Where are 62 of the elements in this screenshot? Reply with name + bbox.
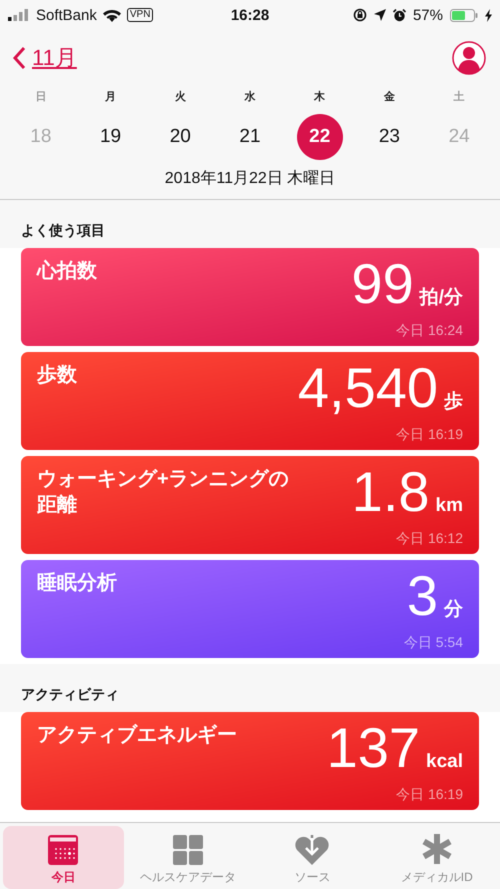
weekday-label: 土 (452, 90, 466, 105)
calendar-day[interactable]: 20 (157, 114, 204, 160)
metric-timestamp: 今日 16:19 (396, 426, 463, 444)
section-title: よく使う項目 (21, 222, 105, 238)
metric-timestamp: 今日 5:54 (404, 634, 463, 652)
metric-timestamp: 今日 16:24 (396, 322, 463, 340)
rotation-lock-icon (352, 8, 367, 22)
section-title: アクティビティ (21, 686, 119, 702)
clock-time: 16:28 (230, 6, 270, 24)
tab-bar-item[interactable]: メディカルID (376, 826, 497, 889)
metric-value: 1.8 (352, 464, 430, 520)
calendar-icon (48, 835, 78, 865)
metric-timestamp: 今日 16:19 (396, 786, 463, 804)
tab-bar-item[interactable]: ヘルスケアデータ (128, 826, 248, 889)
metric-timestamp: 今日 16:12 (396, 530, 463, 548)
weekday-label: 日 (34, 90, 48, 105)
carrier-name: SoftBank (36, 6, 97, 24)
metric-title: 睡眠分析 (37, 571, 117, 596)
battery-icon (450, 8, 478, 22)
battery-percent: 57% (412, 6, 443, 24)
metric-unit: kcal (426, 751, 463, 773)
metric-card[interactable]: 心拍数 99 拍/分 今日 16:24 (21, 248, 479, 346)
metric-title: 心拍数 (37, 258, 97, 284)
tab-bar-item[interactable]: 今日 (3, 826, 124, 889)
calendar-day[interactable]: 22 (296, 114, 343, 160)
metric-value: 99 (351, 256, 414, 312)
grid-icon (172, 835, 203, 865)
alarm-icon (392, 8, 406, 22)
metric-unit: 分 (444, 598, 463, 622)
metric-value: 137 (326, 720, 420, 776)
metric-card[interactable]: 睡眠分析 3 分 今日 5:54 (21, 560, 479, 658)
metric-value: 3 (406, 568, 438, 624)
metric-title: アクティブエネルギー (37, 722, 237, 748)
weekday-label: 火 (174, 90, 187, 105)
metric-card[interactable]: 歩数 4,540 歩 今日 16:19 (21, 352, 479, 450)
location-arrow-icon (374, 9, 386, 21)
heart-arrow-icon (295, 835, 330, 865)
metric-unit: 拍/分 (420, 286, 463, 310)
asterisk-icon (420, 833, 453, 865)
weekday-label: 木 (312, 90, 326, 105)
vpn-badge: VPN (126, 8, 154, 22)
metric-unit: 歩 (444, 390, 463, 414)
calendar-day[interactable]: 21 (226, 114, 273, 160)
metric-value: 4,540 (298, 360, 438, 416)
weekday-label: 金 (382, 90, 396, 105)
metric-unit: km (436, 495, 463, 517)
profile-avatar-icon[interactable] (452, 40, 486, 74)
metric-title: 歩数 (37, 363, 77, 388)
charging-bolt-icon (485, 8, 492, 22)
selected-date: 2018年11月22日 木曜日 (164, 168, 336, 189)
metric-card[interactable]: ウォーキング+ランニングの距離 1.8 km 今日 16:12 (21, 456, 479, 554)
calendar-day[interactable]: 19 (88, 114, 134, 160)
calendar-day[interactable]: 23 (366, 114, 412, 160)
metric-title: ウォーキング+ランニングの距離 (37, 467, 290, 518)
signal-icon (8, 9, 30, 21)
back-chevron-icon[interactable] (12, 46, 26, 70)
wifi-icon (102, 8, 121, 22)
month-back-link[interactable]: 11月 (32, 42, 77, 72)
weekday-label: 水 (243, 90, 256, 105)
metric-card[interactable]: アクティブエネルギー 137 kcal 今日 16:19 (21, 712, 479, 810)
weekday-label: 月 (104, 90, 118, 105)
tab-bar-item[interactable]: ソース (252, 826, 372, 889)
